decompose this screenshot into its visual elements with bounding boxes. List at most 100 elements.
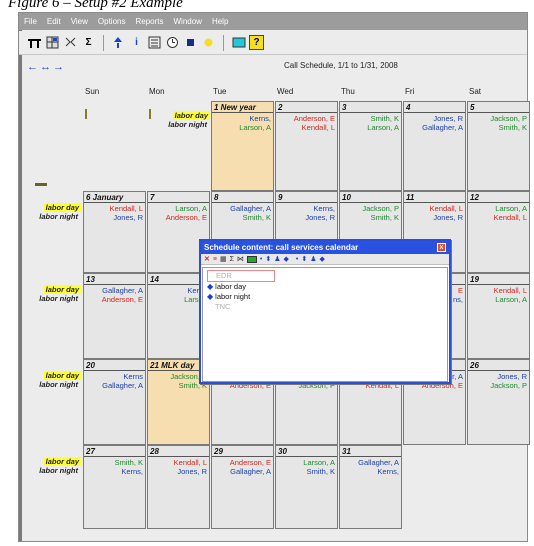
help-icon[interactable]: ? <box>249 35 264 50</box>
night-assignment[interactable]: Jones, R <box>404 213 465 222</box>
day-assignment[interactable]: Smith, K <box>340 114 401 123</box>
day-assignment[interactable]: Jackson, P <box>468 114 529 123</box>
diamond-icon[interactable]: ◆ <box>284 255 289 263</box>
sort-icon[interactable] <box>111 35 126 50</box>
night-assignment[interactable]: Jones, R <box>148 467 209 476</box>
menu-item-options[interactable]: Options <box>93 17 131 26</box>
clock-icon[interactable] <box>165 35 180 50</box>
night-assignment[interactable]: Jones, R <box>84 213 145 222</box>
dialog-title-bar[interactable]: Schedule content: call services calendar… <box>201 241 449 254</box>
resize-handle[interactable] <box>85 109 87 119</box>
dialog-list-item[interactable]: ◆ labor night <box>207 292 443 302</box>
schedule-content-dialog[interactable]: Schedule content: call services calendar… <box>199 239 451 384</box>
day-assignment[interactable]: Kerns, <box>212 114 273 123</box>
day-assignment[interactable]: Gallagher, A <box>212 204 273 213</box>
sigma-icon[interactable]: Σ <box>81 35 96 50</box>
calendar-cell[interactable]: 13 Gallagher, A Anderson, E <box>83 273 146 359</box>
calendar-cell[interactable]: 3 Smith, K Larson, A <box>339 101 402 191</box>
delete-icon[interactable]: ✕ <box>204 255 210 263</box>
night-assignment[interactable]: Smith, K <box>276 467 337 476</box>
day-assignment[interactable]: Larson, A <box>468 204 529 213</box>
info-icon[interactable]: i <box>129 35 144 50</box>
calendar-cell[interactable]: 29 Anderson, E Gallagher, A <box>211 445 274 529</box>
day-assignment[interactable]: Kendall, L <box>148 458 209 467</box>
night-assignment[interactable]: Kerns, <box>340 467 401 476</box>
day-assignment[interactable]: Gallagher, A <box>84 286 145 295</box>
calendar-cell[interactable]: 2 Anderson, E Kendall, L <box>275 101 338 191</box>
grid-icon[interactable]: ▦ <box>220 255 227 263</box>
day-assignment[interactable]: Larson, A <box>148 204 209 213</box>
day-assignment[interactable]: Kendall, L <box>404 204 465 213</box>
day-assignment[interactable]: Kerns, <box>276 204 337 213</box>
sort-icon[interactable]: ⬍ <box>265 255 271 263</box>
day-assignment[interactable]: Larson, A <box>276 458 337 467</box>
person-icon[interactable]: ♟ <box>274 255 280 263</box>
list-icon[interactable]: ≡ <box>213 256 217 263</box>
day-assignment[interactable]: Kendall, L <box>468 286 529 295</box>
day-assignment[interactable]: Smith, K <box>84 458 145 467</box>
dot-icon[interactable]: • <box>296 256 298 263</box>
back-arrow-icon[interactable]: ← <box>27 61 38 73</box>
calendar-cell[interactable]: 31 Gallagher, A Kerns, <box>339 445 402 529</box>
night-assignment[interactable]: Gallagher, A <box>84 381 145 390</box>
merge-icon[interactable] <box>63 35 78 50</box>
day-assignment[interactable]: Jackson, P <box>340 204 401 213</box>
calendar-cell[interactable]: 26 Jones, R Jackson, P <box>467 359 530 445</box>
night-assignment[interactable]: Smith, K <box>468 123 529 132</box>
menu-item-window[interactable]: Window <box>168 17 206 26</box>
monitor-icon[interactable] <box>246 255 257 263</box>
calendar-cell[interactable]: 30 Larson, A Smith, K <box>275 445 338 529</box>
monitor-icon[interactable] <box>231 35 246 50</box>
sort-icon[interactable]: ⬍ <box>301 255 307 263</box>
calendar-cell[interactable]: 12 Larson, A Kendall, L <box>467 191 530 273</box>
night-assignment[interactable]: Kendall, L <box>468 213 529 222</box>
dot-icon[interactable]: • <box>260 256 262 263</box>
dialog-list-item[interactable]: TNC <box>207 302 443 312</box>
row-handle[interactable] <box>35 183 47 186</box>
calendar-cell[interactable]: 27 Smith, K Kerns, <box>83 445 146 529</box>
calendar-cell[interactable]: 6 January Kendall, L Jones, R <box>83 191 146 273</box>
sun-icon[interactable] <box>201 35 216 50</box>
day-assignment[interactable]: Gallagher, A <box>340 458 401 467</box>
merge-icon[interactable]: ⋈ <box>237 255 244 263</box>
forward-arrow-icon[interactable]: → <box>53 61 64 73</box>
calendar-cell[interactable]: 19 Kendall, L Larson, A <box>467 273 530 359</box>
calendar-icon[interactable] <box>27 35 42 50</box>
night-assignment[interactable]: Kerns, <box>84 467 145 476</box>
night-assignment[interactable]: Larson, A <box>340 123 401 132</box>
menu-item-view[interactable]: View <box>66 17 93 26</box>
night-assignment[interactable]: Smith, K <box>212 213 273 222</box>
night-assignment[interactable]: Smith, K <box>340 213 401 222</box>
day-assignment[interactable]: Jones, R <box>404 114 465 123</box>
night-assignment[interactable]: Larson, A <box>468 295 529 304</box>
day-assignment[interactable]: Anderson, E <box>212 458 273 467</box>
night-assignment[interactable]: Jones, R <box>276 213 337 222</box>
menu-item-file[interactable]: File <box>19 17 42 26</box>
night-assignment[interactable]: Gallagher, A <box>212 467 273 476</box>
night-assignment[interactable]: Kendall, L <box>276 123 337 132</box>
night-assignment[interactable]: Jackson, P <box>468 381 529 390</box>
calendar-cell[interactable]: labor day labor night <box>147 101 210 191</box>
menu-item-edit[interactable]: Edit <box>42 17 66 26</box>
person-icon[interactable]: ♟ <box>310 255 316 263</box>
resize-handle[interactable] <box>149 109 151 119</box>
close-icon[interactable]: x <box>437 243 446 252</box>
night-assignment[interactable]: Anderson, E <box>148 213 209 222</box>
menu-item-reports[interactable]: Reports <box>130 17 168 26</box>
grid-icon[interactable] <box>45 35 60 50</box>
calendar-cell[interactable] <box>83 101 146 191</box>
calendar-cell[interactable]: 20 Kerns Gallagher, A <box>83 359 146 445</box>
square-icon[interactable] <box>183 35 198 50</box>
day-assignment[interactable]: Anderson, E <box>276 114 337 123</box>
calendar-cell[interactable]: 28 Kendall, L Jones, R <box>147 445 210 529</box>
calendar-cell[interactable]: 1 New year Kerns, Larson, A <box>211 101 274 191</box>
calendar-cell[interactable]: 5 Jackson, P Smith, K <box>467 101 530 191</box>
calendar-cell[interactable]: 4 Jones, R Gallagher, A <box>403 101 466 191</box>
dialog-list-item[interactable]: EDR <box>207 270 275 282</box>
menu-item-help[interactable]: Help <box>207 17 233 26</box>
night-assignment[interactable]: Larson, A <box>212 123 273 132</box>
day-assignment[interactable]: Kerns <box>84 372 145 381</box>
dialog-list-item[interactable]: ◆ labor day <box>207 282 443 292</box>
night-assignment[interactable]: Gallagher, A <box>404 123 465 132</box>
filter-icon[interactable] <box>147 35 162 50</box>
